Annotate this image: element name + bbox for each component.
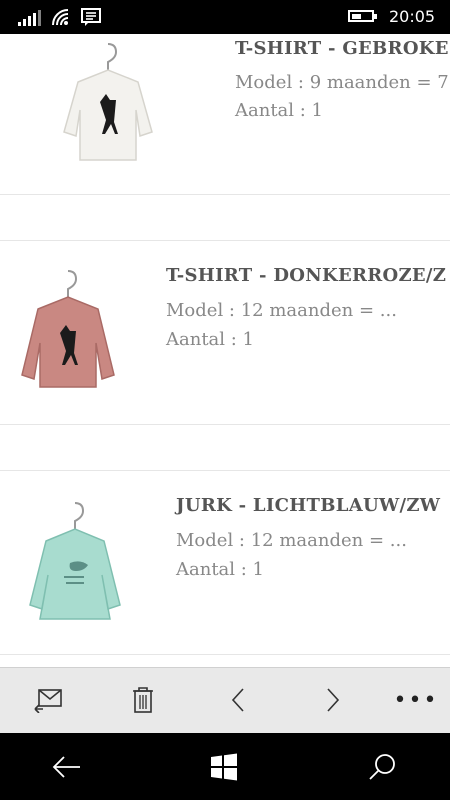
status-bar: 20:05: [0, 0, 450, 34]
windows-logo-icon: [211, 753, 237, 781]
list-item[interactable]: T-SHIRT - DONKERROZE/Z Model : 12 maande…: [0, 241, 450, 424]
divider: [0, 424, 450, 425]
item-model: Model : 9 maanden = 7...: [235, 72, 450, 93]
clock: 20:05: [389, 7, 436, 26]
previous-button[interactable]: [218, 682, 258, 718]
wifi-icon: [52, 9, 69, 26]
item-title: T-SHIRT - DONKERROZE/Z: [166, 265, 447, 286]
list-item[interactable]: JURK - LICHTBLAUW/ZW Model : 12 maanden …: [0, 471, 450, 654]
item-title: T-SHIRT - GEBROKE: [235, 38, 449, 59]
product-thumbnail: [21, 270, 115, 388]
trash-icon: [133, 687, 153, 713]
next-button[interactable]: [313, 682, 353, 718]
message-notification-icon: [81, 8, 101, 26]
chevron-left-icon: [231, 688, 244, 712]
item-quantity: Aantal : 1: [235, 100, 324, 121]
search-icon: [369, 754, 395, 780]
product-thumbnail: [63, 43, 153, 161]
status-icons: [18, 8, 101, 26]
app-bar: •••: [0, 667, 450, 733]
start-button[interactable]: [204, 749, 244, 785]
delete-button[interactable]: [123, 682, 163, 718]
battery-icon: [348, 10, 377, 22]
product-thumbnail: [29, 502, 121, 620]
reply-mail-button[interactable]: [28, 682, 68, 718]
item-quantity: Aantal : 1: [176, 559, 265, 580]
item-quantity: Aantal : 1: [166, 329, 255, 350]
list-item[interactable]: T-SHIRT - GEBROKE Model : 9 maanden = 7.…: [0, 34, 450, 194]
back-button[interactable]: [47, 749, 87, 785]
item-model: Model : 12 maanden = ...: [166, 300, 397, 321]
divider: [0, 194, 450, 195]
item-title: JURK - LICHTBLAUW/ZW: [176, 495, 441, 516]
divider: [0, 654, 450, 655]
order-items-list[interactable]: T-SHIRT - GEBROKE Model : 9 maanden = 7.…: [0, 34, 450, 667]
signal-strength-icon: [18, 10, 41, 26]
reply-mail-icon: [34, 689, 62, 713]
back-arrow-icon: [52, 756, 80, 778]
chevron-right-icon: [327, 688, 340, 712]
more-options-button[interactable]: •••: [394, 682, 437, 718]
search-button[interactable]: [362, 749, 402, 785]
navigation-bar: [0, 733, 450, 800]
item-model: Model : 12 maanden = ...: [176, 530, 407, 551]
